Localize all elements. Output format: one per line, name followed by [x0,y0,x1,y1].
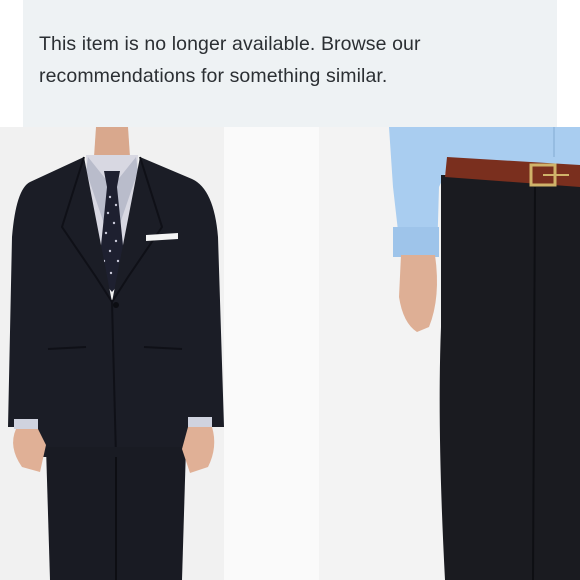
trousers-illustration [319,127,580,580]
unavailable-notice: This item is no longer available. Browse… [23,0,557,127]
unavailable-message: This item is no longer available. Browse… [39,33,421,87]
product-image-suit[interactable] [0,127,224,580]
product-image-trousers[interactable] [319,127,580,580]
image-spacer [224,127,319,580]
suit-illustration [0,127,224,580]
